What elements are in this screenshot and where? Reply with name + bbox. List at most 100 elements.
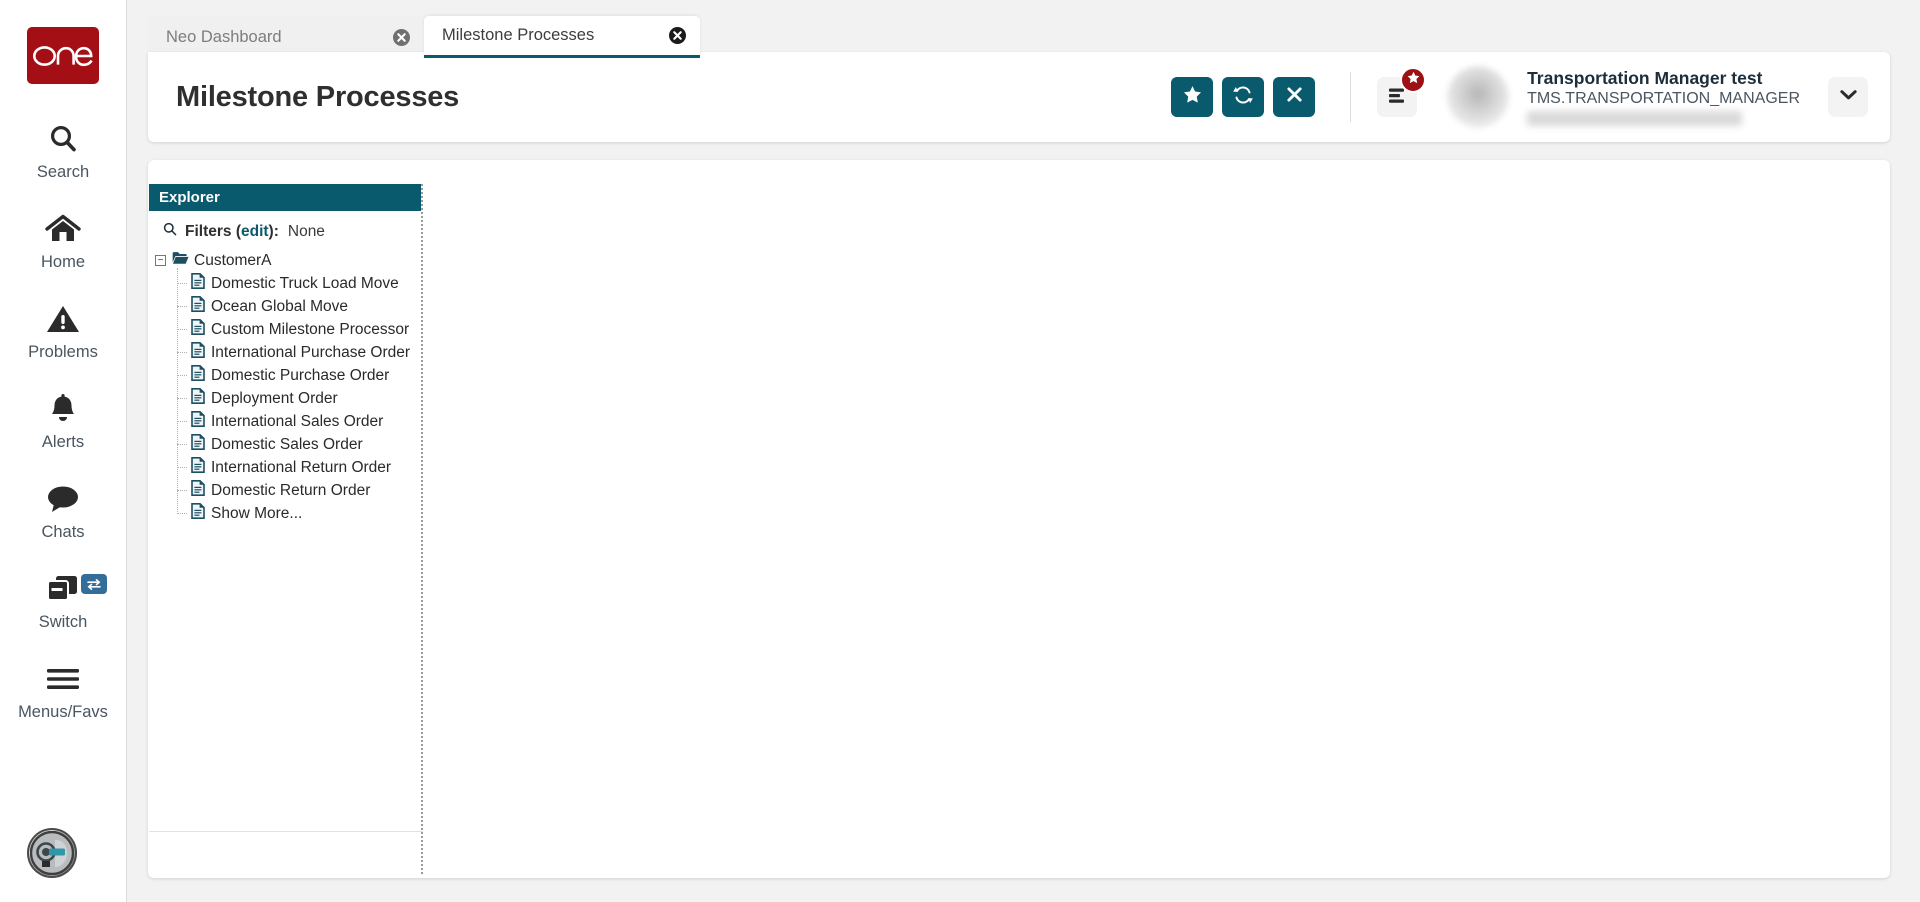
tree-item-label: Domestic Truck Load Move xyxy=(211,274,399,292)
tab-label: Milestone Processes xyxy=(442,26,595,44)
ai-assistant-avatar-icon[interactable] xyxy=(27,828,77,878)
tree-item-label: Domestic Return Order xyxy=(211,481,371,499)
explorer-tree: − CustomerA Domestic Truck Load Move Oce… xyxy=(149,249,421,874)
user-role: TMS.TRANSPORTATION_MANAGER xyxy=(1527,90,1800,107)
refresh-button[interactable] xyxy=(1222,77,1265,117)
page-title: Milestone Processes xyxy=(176,80,460,113)
close-button[interactable] xyxy=(1273,77,1316,117)
document-icon xyxy=(191,480,205,501)
header-divider xyxy=(1350,72,1352,122)
sidebar-item-label: Search xyxy=(36,163,90,181)
document-icon xyxy=(191,365,205,386)
home-icon xyxy=(45,208,81,250)
tree-item-label: International Return Order xyxy=(211,458,392,476)
sidebar-item-switch[interactable]: Switch xyxy=(0,568,127,632)
user-name: Transportation Manager test xyxy=(1527,68,1763,88)
document-icon xyxy=(191,388,205,409)
windows-stack-icon xyxy=(46,568,80,610)
sidebar-item-label: Problems xyxy=(28,343,98,361)
hamburger-icon xyxy=(46,658,80,700)
tree-item-international-sales-order[interactable]: International Sales Order xyxy=(177,410,421,433)
tab-label: Neo Dashboard xyxy=(166,27,282,46)
tree-item-domestic-truck-load-move[interactable]: Domestic Truck Load Move xyxy=(177,272,421,295)
sidebar-item-menus-favs[interactable]: Menus/Favs xyxy=(0,658,127,722)
favorite-button[interactable] xyxy=(1171,77,1214,117)
user-menu-button[interactable] xyxy=(1828,77,1868,117)
explorer-filters-row: Filters (edit): None xyxy=(149,211,421,249)
document-icon xyxy=(191,296,205,317)
folder-open-icon xyxy=(172,251,189,270)
tree-item-international-purchase-order[interactable]: International Purchase Order xyxy=(177,341,421,364)
tree-item-deployment-order[interactable]: Deployment Order xyxy=(177,387,421,410)
sidebar-item-label: Alerts xyxy=(41,433,85,451)
tree-item-domestic-purchase-order[interactable]: Domestic Purchase Order xyxy=(177,364,421,387)
sidebar-item-home[interactable]: Home xyxy=(0,208,127,272)
sidebar-item-label: Menus/Favs xyxy=(18,703,108,721)
star-icon xyxy=(1407,71,1420,89)
one-logo-icon xyxy=(33,45,93,66)
document-icon xyxy=(191,273,205,294)
filters-label: Filters ( xyxy=(185,222,241,240)
chat-bubble-icon xyxy=(45,478,81,520)
star-icon xyxy=(1183,85,1202,109)
tree-collapse-toggle[interactable]: − xyxy=(155,255,166,266)
sidebar-item-label: Home xyxy=(40,253,85,271)
document-icon xyxy=(191,319,205,340)
tree-item-label: Deployment Order xyxy=(211,389,338,407)
tree-item-domestic-sales-order[interactable]: Domestic Sales Order xyxy=(177,433,421,456)
tree-item-label: International Purchase Order xyxy=(211,343,411,361)
sidebar-item-problems[interactable]: Problems xyxy=(0,298,127,362)
close-circle-icon[interactable] xyxy=(669,27,686,44)
tree-children: Domestic Truck Load Move Ocean Global Mo… xyxy=(177,268,421,525)
tab-milestone-processes[interactable]: Milestone Processes xyxy=(424,16,700,58)
tree-item-domestic-return-order[interactable]: Domestic Return Order xyxy=(177,479,421,502)
tree-root-label: CustomerA xyxy=(194,251,272,269)
tree-item-label: Domestic Purchase Order xyxy=(211,366,390,384)
warning-triangle-icon xyxy=(46,298,80,340)
sidebar-item-search[interactable]: Search xyxy=(0,118,127,182)
tree-item-international-return-order[interactable]: International Return Order xyxy=(177,456,421,479)
tree-item-label: International Sales Order xyxy=(211,412,384,430)
tree-item-label: Ocean Global Move xyxy=(211,297,348,315)
sidebar-item-chats[interactable]: Chats xyxy=(0,478,127,542)
sidebar-item-label: Switch xyxy=(38,613,88,631)
explorer-footer-divider xyxy=(149,831,423,832)
sidebar-item-label: Chats xyxy=(41,523,85,541)
header-actions: Transportation Manager test TMS.TRANSPOR… xyxy=(1162,52,1890,142)
refresh-icon xyxy=(1233,85,1253,110)
tree-item-label: Custom Milestone Processor xyxy=(211,320,410,338)
explorer-panel: Explorer Filters (edit): None − Customer… xyxy=(149,184,423,874)
main-content-card: Explorer Filters (edit): None − Customer… xyxy=(148,160,1890,878)
search-icon xyxy=(47,118,79,160)
sidebar-item-alerts[interactable]: Alerts xyxy=(0,388,127,452)
document-icon xyxy=(191,342,205,363)
page-header: Milestone Processes Transportation Manag… xyxy=(148,52,1890,142)
filters-label-end: ): xyxy=(268,222,279,240)
tree-item-custom-milestone-processor[interactable]: Custom Milestone Processor xyxy=(177,318,421,341)
tree-root-customera[interactable]: − CustomerA xyxy=(155,249,421,272)
tree-item-label: Domestic Sales Order xyxy=(211,435,363,453)
close-circle-icon[interactable] xyxy=(393,28,410,46)
tree-item-ocean-global-move[interactable]: Ocean Global Move xyxy=(177,295,421,318)
search-icon xyxy=(163,222,177,241)
tree-item-show-more[interactable]: Show More... xyxy=(177,502,421,525)
filters-value: None xyxy=(287,222,325,240)
document-icon xyxy=(191,503,205,524)
document-icon xyxy=(191,457,205,478)
user-redacted-field xyxy=(1527,111,1743,126)
document-icon xyxy=(191,411,205,432)
brand-logo[interactable] xyxy=(27,27,99,84)
favorites-badge[interactable] xyxy=(1400,67,1427,93)
chevron-down-icon xyxy=(1839,88,1857,106)
bell-icon xyxy=(47,388,79,430)
explorer-header: Explorer xyxy=(149,184,421,211)
avatar[interactable] xyxy=(1447,66,1510,128)
explorer-title: Explorer xyxy=(159,189,220,206)
document-icon xyxy=(191,434,205,455)
menu-favs-wrapper xyxy=(1377,67,1427,117)
user-info: Transportation Manager test TMS.TRANSPOR… xyxy=(1527,68,1800,126)
x-icon xyxy=(1286,86,1303,108)
tree-item-label: Show More... xyxy=(211,504,303,522)
filters-edit-link[interactable]: edit xyxy=(241,223,269,241)
swap-arrows-icon[interactable] xyxy=(80,574,107,594)
